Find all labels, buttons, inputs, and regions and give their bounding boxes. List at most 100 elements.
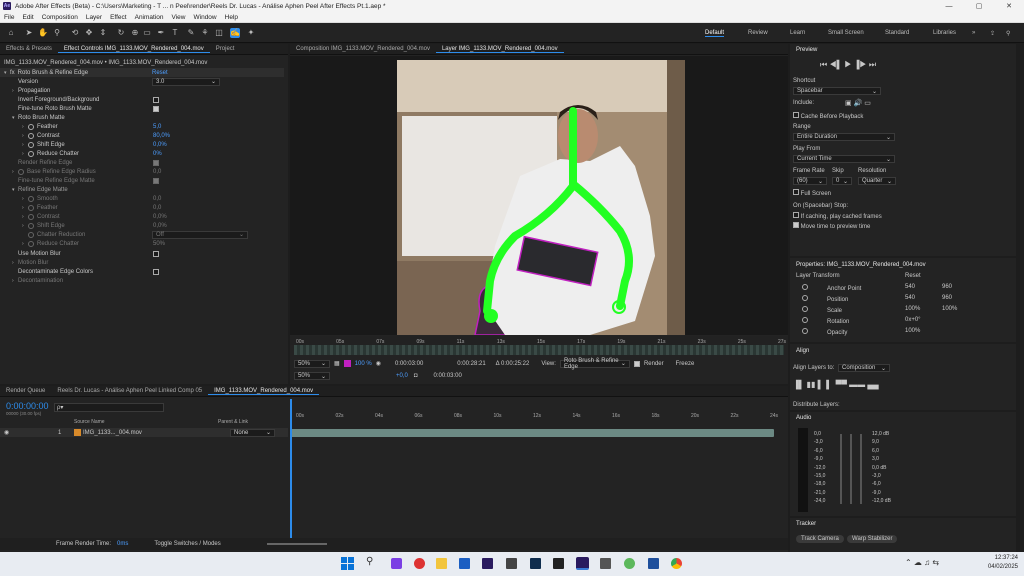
range-select[interactable]: Entire Duration ⌄ xyxy=(793,133,895,141)
taskbar-app5-icon[interactable] xyxy=(648,558,659,569)
taskbar-capcut-icon[interactable] xyxy=(506,558,517,569)
view-select[interactable]: Roto Brush & Refine Edge ⌄ xyxy=(559,358,630,370)
warp-stabilizer-button[interactable]: Warp Stabilizer xyxy=(847,535,898,543)
selection-tool-icon[interactable]: ➤ xyxy=(24,28,34,38)
brush-tool-icon[interactable]: ✎ xyxy=(186,28,196,38)
menu-edit[interactable]: Edit xyxy=(18,14,37,21)
audio-slider-mid[interactable] xyxy=(850,434,852,504)
snapshot-icon[interactable]: ◘ xyxy=(414,373,418,379)
clone-tool-icon[interactable]: ⚘ xyxy=(200,28,210,38)
contrast-value[interactable]: 80,0% xyxy=(153,133,170,139)
taskbar-after-effects-icon[interactable] xyxy=(576,557,589,570)
search-icon[interactable]: ⚲ xyxy=(1006,30,1010,37)
taskbar-app-icon[interactable] xyxy=(414,558,425,569)
workspace-review[interactable]: Review xyxy=(748,30,768,36)
position-y[interactable]: 960 xyxy=(942,295,952,301)
tab-effect-controls[interactable]: Effect Controls IMG_1133.MOV_Rendered_00… xyxy=(57,46,210,53)
roto-matte-row[interactable]: ▾ Roto Brush Matte xyxy=(0,113,284,122)
properties-reset-link[interactable]: Reset xyxy=(905,273,921,279)
cache-checkbox[interactable] xyxy=(793,112,799,118)
zoom-slider[interactable] xyxy=(266,543,327,545)
taskbar-search-icon[interactable]: ⚲ xyxy=(366,556,373,567)
tab-composition[interactable]: Composition IMG_1133.MOV_Rendered_004.mo… xyxy=(290,46,436,52)
move-time-checkbox[interactable] xyxy=(793,222,799,228)
workspace-libraries[interactable]: Libraries xyxy=(933,30,956,36)
finetune-checkbox[interactable] xyxy=(153,105,159,112)
maximize-button[interactable]: ▢ xyxy=(964,0,994,12)
reduce-chatter-value[interactable]: 0% xyxy=(153,151,162,157)
viewer-canvas[interactable] xyxy=(290,56,788,336)
end-time[interactable]: 0:00:28:21 xyxy=(457,361,485,367)
taskbar-photoshop-icon[interactable] xyxy=(530,558,541,569)
effect-reset-link[interactable]: Reset xyxy=(152,70,168,76)
tab-project[interactable]: Project xyxy=(210,46,241,52)
close-button[interactable]: ✕ xyxy=(994,0,1024,12)
rotation-value[interactable]: 0x+0° xyxy=(905,317,921,323)
anchor-y[interactable]: 960 xyxy=(942,284,952,290)
menu-layer[interactable]: Layer xyxy=(82,14,106,21)
eye-icon[interactable]: ◉ xyxy=(4,429,9,436)
audio-slider-left[interactable] xyxy=(840,434,842,504)
eraser-tool-icon[interactable]: ◫ xyxy=(214,28,224,38)
timeline-layer-row[interactable]: ◉ 1 IMG_1133..._004.mov None ⌄ xyxy=(0,428,288,437)
windows-start-icon[interactable] xyxy=(341,557,354,570)
timeline-search-input[interactable]: ρ▾ xyxy=(54,403,164,412)
refine-matte-row[interactable]: ▾ Refine Edge Matte xyxy=(0,185,284,194)
taskbar-app3-icon[interactable] xyxy=(600,558,611,569)
dolly-tool-icon[interactable]: ⇕ xyxy=(98,28,108,38)
chatter-reduction-select[interactable]: Off ⌄ xyxy=(152,230,248,239)
share-icon[interactable]: ⇪ xyxy=(990,30,995,37)
audio-slider-right[interactable] xyxy=(860,434,862,504)
scale-y[interactable]: 100% xyxy=(942,306,957,312)
viewer-ruler[interactable]: 00s 05s 07s 09s 11s 13s 15s 17s 19s 21s 23s 25s 27s xyxy=(290,336,788,345)
if-caching-checkbox[interactable] xyxy=(793,212,799,218)
tab-render-queue[interactable]: Render Queue xyxy=(0,388,51,394)
opacity-value[interactable]: 100% xyxy=(905,328,920,334)
zoom-select[interactable]: 50% ⌄ xyxy=(294,359,330,368)
current-time[interactable]: 0:00:03:00 xyxy=(433,373,461,379)
workspace-more-icon[interactable]: » xyxy=(972,30,975,36)
magnification-select[interactable]: 50% ⌄ xyxy=(294,372,330,380)
finetune-refine-checkbox[interactable] xyxy=(153,177,159,184)
menu-help[interactable]: Help xyxy=(221,14,242,21)
viewer-work-area[interactable] xyxy=(294,345,784,355)
resolution-select[interactable]: Quarter ⌄ xyxy=(858,177,896,185)
version-select[interactable]: 3.0 ⌄ xyxy=(152,77,220,86)
taskbar-premiere-icon[interactable] xyxy=(482,558,493,569)
feather-value[interactable]: 5,0 xyxy=(153,124,161,130)
exposure-value[interactable]: +0,0 xyxy=(396,373,408,379)
playback-controls[interactable]: ⏮ ◀▌ ▶ ▐▶ ⏭ xyxy=(820,60,876,70)
shape-tool-icon[interactable]: ▭ xyxy=(142,28,152,38)
taskbar-app2-icon[interactable] xyxy=(553,558,564,569)
taskbar-outlook-icon[interactable] xyxy=(459,558,470,569)
menu-file[interactable]: File xyxy=(0,14,18,21)
decontaminate-checkbox[interactable] xyxy=(153,268,159,275)
puppet-tool-icon[interactable]: ✦ xyxy=(246,28,256,38)
track-camera-button[interactable]: Track Camera xyxy=(796,535,844,543)
align-buttons[interactable]: ▐▌ ▮▮ ▌▐ ▀▀ ▬▬ ▄▄ xyxy=(793,380,879,389)
freeze-label[interactable]: Freeze xyxy=(676,361,695,367)
anchor-tool-icon[interactable]: ⊕ xyxy=(130,28,140,38)
scale-x[interactable]: 100% xyxy=(905,306,920,312)
zoom-tool-icon[interactable]: ⚲ xyxy=(52,28,62,38)
framerate-select[interactable]: (60) ⌄ xyxy=(793,177,827,185)
color-swatch-icon[interactable] xyxy=(343,360,351,367)
minimize-button[interactable]: — xyxy=(934,0,964,12)
pen-tool-icon[interactable]: ✒ xyxy=(156,28,166,38)
menu-effect[interactable]: Effect xyxy=(106,14,131,21)
hand-tool-icon[interactable]: ✋ xyxy=(38,28,48,38)
position-x[interactable]: 540 xyxy=(905,295,915,301)
layer-bar[interactable] xyxy=(290,429,774,437)
workspace-standard[interactable]: Standard xyxy=(885,30,909,36)
percent-value[interactable]: 100 % xyxy=(355,361,372,367)
home-icon[interactable]: ⌂ xyxy=(6,28,16,38)
current-time-indicator[interactable] xyxy=(290,399,292,544)
timeline-timecode[interactable]: 0:00:00:00 xyxy=(6,401,49,411)
start-time[interactable]: 0:00:03:00 xyxy=(395,361,423,367)
orbit-tool-icon[interactable]: ⟲ xyxy=(70,28,80,38)
taskbar-copilot-icon[interactable] xyxy=(391,558,402,569)
tray-icons[interactable]: ⌃ ☁ ♫ ⇆ xyxy=(905,558,939,567)
fullscreen-checkbox[interactable] xyxy=(793,189,799,195)
type-tool-icon[interactable]: T xyxy=(170,28,180,38)
include-icons[interactable]: ▣ 🔊 ▭ xyxy=(845,99,871,107)
